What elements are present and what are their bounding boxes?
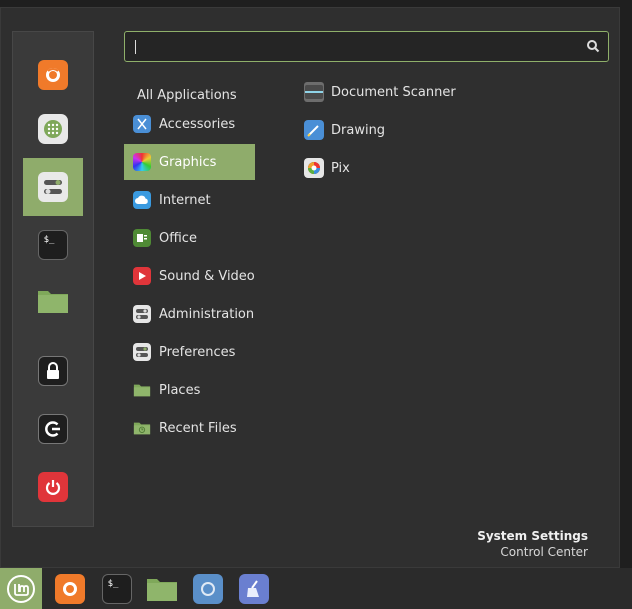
- firefox-icon: [38, 60, 68, 90]
- broom-icon: [239, 574, 269, 604]
- drawing-icon: [304, 120, 324, 140]
- scanner-icon: [304, 82, 324, 102]
- application-menu: $_ All Applications Accessories Graphics…: [0, 7, 620, 568]
- category-all-applications[interactable]: All Applications: [137, 88, 237, 103]
- category-label: Office: [159, 230, 197, 246]
- fav-system-settings[interactable]: [23, 158, 83, 216]
- favorites-sidebar: $_: [12, 31, 94, 527]
- folder-icon: [37, 288, 69, 318]
- category-administration[interactable]: Administration: [124, 296, 255, 332]
- category-sound-video[interactable]: Sound & Video: [124, 258, 255, 294]
- folder-icon: [147, 579, 177, 601]
- status-subtitle: Control Center: [500, 545, 588, 559]
- office-icon: [133, 229, 151, 247]
- cloud-icon: [133, 191, 151, 209]
- menu-button[interactable]: [0, 568, 42, 609]
- search-icon: [587, 40, 600, 53]
- fav-terminal[interactable]: $_: [23, 216, 83, 274]
- taskbar-firefox[interactable]: [54, 573, 86, 605]
- text-caret: [135, 40, 136, 54]
- category-label: Accessories: [159, 116, 236, 132]
- search-input[interactable]: [124, 31, 609, 62]
- fav-shutdown[interactable]: [23, 458, 83, 516]
- logout-icon: [38, 414, 68, 444]
- category-recent-files[interactable]: Recent Files: [124, 410, 255, 446]
- recent-folder-icon: [133, 419, 151, 437]
- app-label: Drawing: [331, 122, 386, 138]
- taskbar-files[interactable]: [146, 573, 178, 605]
- app-drawing[interactable]: Drawing: [304, 118, 385, 142]
- category-places[interactable]: Places: [124, 372, 255, 408]
- app-pix[interactable]: Pix: [304, 156, 350, 180]
- linux-mint-logo-icon: [7, 574, 35, 603]
- taskbar-app[interactable]: [192, 573, 224, 605]
- fav-software-manager[interactable]: [23, 100, 83, 158]
- status-title: System Settings: [477, 529, 588, 543]
- terminal-icon: $_: [38, 230, 68, 260]
- toggle-settings-icon: [38, 172, 68, 202]
- lock-icon: [38, 356, 68, 386]
- category-label: Administration: [159, 306, 255, 322]
- pix-icon: [304, 158, 324, 178]
- fav-files[interactable]: [23, 274, 83, 332]
- category-office[interactable]: Office: [124, 220, 255, 256]
- category-label: Places: [159, 382, 201, 398]
- category-internet[interactable]: Internet: [124, 182, 255, 218]
- app-label: Document Scanner: [331, 84, 456, 100]
- terminal-icon: $_: [102, 574, 132, 604]
- category-label: Internet: [159, 192, 211, 208]
- category-label: Preferences: [159, 344, 236, 360]
- taskbar-terminal[interactable]: $_: [101, 573, 133, 605]
- fav-firefox[interactable]: [23, 46, 83, 104]
- fav-logout[interactable]: [23, 400, 83, 458]
- category-preferences[interactable]: Preferences: [124, 334, 255, 370]
- category-graphics[interactable]: Graphics: [124, 144, 255, 180]
- app-label: Pix: [331, 160, 350, 176]
- power-icon: [38, 472, 68, 502]
- taskbar: $_: [0, 568, 632, 609]
- software-manager-icon: [38, 114, 68, 144]
- category-label: Recent Files: [159, 420, 237, 436]
- folder-icon: [133, 381, 151, 399]
- app-document-scanner[interactable]: Document Scanner: [304, 80, 456, 104]
- category-accessories[interactable]: Accessories: [124, 106, 255, 142]
- administration-icon: [133, 305, 151, 323]
- scissors-icon: [133, 115, 151, 133]
- category-label: Graphics: [159, 154, 217, 170]
- app-window-icon: [193, 574, 223, 604]
- fav-lock-screen[interactable]: [23, 342, 83, 400]
- category-label: Sound & Video: [159, 268, 255, 284]
- status-area: System Settings Control Center: [477, 528, 588, 560]
- preferences-icon: [133, 343, 151, 361]
- firefox-icon: [55, 574, 85, 604]
- taskbar-bleachbit[interactable]: [238, 573, 270, 605]
- graphics-icon: [133, 153, 151, 171]
- play-icon: [133, 267, 151, 285]
